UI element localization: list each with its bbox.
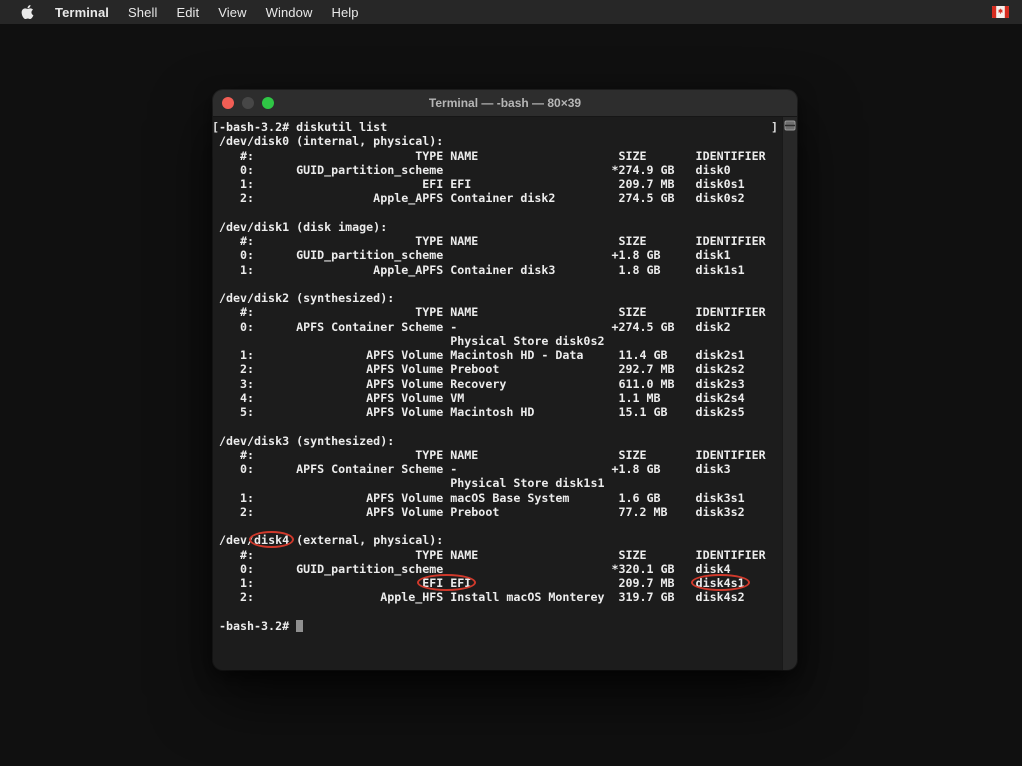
minimize-button[interactable] — [242, 97, 254, 109]
terminal-line: 5: APFS Volume Macintosh HD 15.1 GB disk… — [219, 405, 780, 419]
terminal-line: -bash-3.2# diskutil list[] — [219, 120, 780, 134]
terminal-line: /dev/disk3 (synthesized): — [219, 434, 780, 448]
annotation-oval: disk4 — [254, 533, 289, 547]
terminal-line: 2: Apple_HFS Install macOS Monterey 319.… — [219, 590, 780, 604]
menu-item-edit[interactable]: Edit — [176, 5, 199, 20]
menu-item-help[interactable]: Help — [331, 5, 358, 20]
terminal-line: /dev/disk0 (internal, physical): — [219, 134, 780, 148]
terminal-output[interactable]: -bash-3.2# diskutil list[]/dev/disk0 (in… — [219, 120, 780, 633]
menu-item-window[interactable]: Window — [266, 5, 313, 20]
terminal-line: 1: APFS Volume macOS Base System 1.6 GB … — [219, 491, 780, 505]
split-pane-button[interactable] — [784, 120, 796, 131]
terminal-line — [219, 277, 780, 291]
terminal-line — [219, 519, 780, 533]
scrollbar[interactable] — [782, 117, 797, 670]
terminal-line: 0: APFS Container Scheme - +1.8 GB disk3 — [219, 462, 780, 476]
prompt-mark-right: ] — [771, 120, 778, 134]
prompt-mark-left: [ — [213, 120, 219, 134]
close-button[interactable] — [222, 97, 234, 109]
terminal-line — [219, 419, 780, 433]
terminal-content: -bash-3.2# diskutil list[]/dev/disk0 (in… — [213, 117, 797, 670]
terminal-cursor — [296, 620, 303, 632]
terminal-line: #: TYPE NAME SIZE IDENTIFIER — [219, 305, 780, 319]
terminal-line: 1: EFI EFI 209.7 MB disk0s1 — [219, 177, 780, 191]
terminal-line: 1: EFI EFI 209.7 MB disk4s1 — [219, 576, 780, 590]
menu-bar-left: Terminal Shell Edit View Window Help — [0, 4, 359, 20]
apple-icon[interactable] — [21, 4, 34, 20]
terminal-line: #: TYPE NAME SIZE IDENTIFIER — [219, 234, 780, 248]
terminal-line — [219, 206, 780, 220]
terminal-line: 2: Apple_APFS Container disk2 274.5 GB d… — [219, 191, 780, 205]
traffic-lights — [213, 97, 274, 109]
terminal-line: #: TYPE NAME SIZE IDENTIFIER — [219, 448, 780, 462]
terminal-line: Physical Store disk1s1 — [219, 476, 780, 490]
terminal-line: 0: GUID_partition_scheme *274.9 GB disk0 — [219, 163, 780, 177]
terminal-line: 1: Apple_APFS Container disk3 1.8 GB dis… — [219, 263, 780, 277]
terminal-line: 0: GUID_partition_scheme *320.1 GB disk4 — [219, 562, 780, 576]
terminal-line: 2: APFS Volume Preboot 292.7 MB disk2s2 — [219, 362, 780, 376]
terminal-line: -bash-3.2# — [219, 619, 780, 633]
menu-item-terminal[interactable]: Terminal — [55, 5, 109, 20]
desktop: { "menu_bar": { "active_app": "Terminal"… — [0, 0, 1022, 766]
terminal-line: 1: APFS Volume Macintosh HD - Data 11.4 … — [219, 348, 780, 362]
annotation-oval: EFI EFI — [422, 576, 471, 590]
menu-bar-right — [992, 6, 1022, 18]
canada-flag-icon[interactable] — [992, 6, 1009, 18]
terminal-line: Physical Store disk0s2 — [219, 334, 780, 348]
terminal-line: #: TYPE NAME SIZE IDENTIFIER — [219, 149, 780, 163]
menu-item-shell[interactable]: Shell — [128, 5, 157, 20]
terminal-line: 3: APFS Volume Recovery 611.0 MB disk2s3 — [219, 377, 780, 391]
menu-items: Terminal Shell Edit View Window Help — [34, 5, 359, 20]
terminal-line: #: TYPE NAME SIZE IDENTIFIER — [219, 548, 780, 562]
terminal-line: 2: APFS Volume Preboot 77.2 MB disk3s2 — [219, 505, 780, 519]
terminal-line — [219, 605, 780, 619]
terminal-line: /dev/disk1 (disk image): — [219, 220, 780, 234]
menu-bar: Terminal Shell Edit View Window Help — [0, 0, 1022, 24]
title-bar[interactable]: Terminal — -bash — 80×39 — [213, 90, 797, 117]
terminal-line: 4: APFS Volume VM 1.1 MB disk2s4 — [219, 391, 780, 405]
terminal-line: /dev/disk4 (external, physical): — [219, 533, 780, 547]
terminal-line: 0: APFS Container Scheme - +274.5 GB dis… — [219, 320, 780, 334]
window-title: Terminal — -bash — 80×39 — [213, 96, 797, 110]
annotation-oval: disk4s1 — [696, 576, 745, 590]
menu-item-view[interactable]: View — [218, 5, 246, 20]
terminal-window: Terminal — -bash — 80×39 -bash-3.2# disk… — [213, 90, 797, 670]
terminal-line: 0: GUID_partition_scheme +1.8 GB disk1 — [219, 248, 780, 262]
terminal-line: /dev/disk2 (synthesized): — [219, 291, 780, 305]
zoom-button[interactable] — [262, 97, 274, 109]
